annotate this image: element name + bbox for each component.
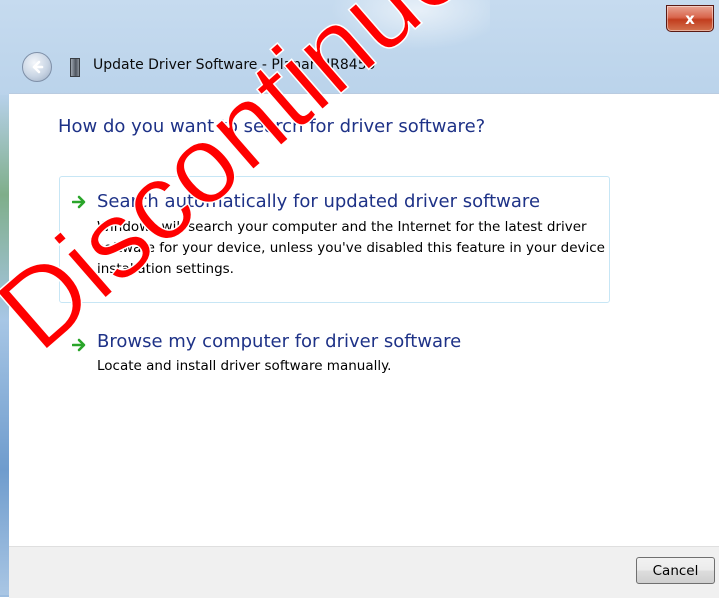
content-panel: How do you want to search for driver sof… [9,93,719,547]
browse-computer-description: Locate and install driver software manua… [97,356,607,377]
window-title: Update Driver Software - Planar UR8450 [93,57,376,73]
close-button[interactable]: x [666,5,714,32]
browse-computer-title: Browse my computer for driver software [97,331,462,352]
cancel-button[interactable]: Cancel [636,557,715,584]
green-arrow-icon [71,194,87,210]
green-arrow-icon [71,337,87,353]
back-button[interactable] [22,52,52,82]
description-line: Locate and install driver software manua… [97,358,392,374]
description-line: software for your device, unless you've … [97,240,605,256]
browse-computer-option[interactable]: Browse my computer for driver software L… [59,322,610,382]
dialog-footer: Cancel [9,546,719,598]
device-icon [70,58,80,77]
search-automatically-title: Search automatically for updated driver … [97,191,541,212]
search-automatically-description: Windows will search your computer and th… [97,217,607,280]
description-line: Windows will search your computer and th… [97,219,587,235]
frame-glass-highlight [330,0,490,50]
frame-left-edge [0,95,9,595]
search-automatically-option[interactable]: Search automatically for updated driver … [59,176,610,303]
page-heading: How do you want to search for driver sof… [58,116,486,137]
close-icon: x [685,9,695,28]
back-arrow-icon [32,60,44,74]
description-line: installation settings. [97,261,234,277]
